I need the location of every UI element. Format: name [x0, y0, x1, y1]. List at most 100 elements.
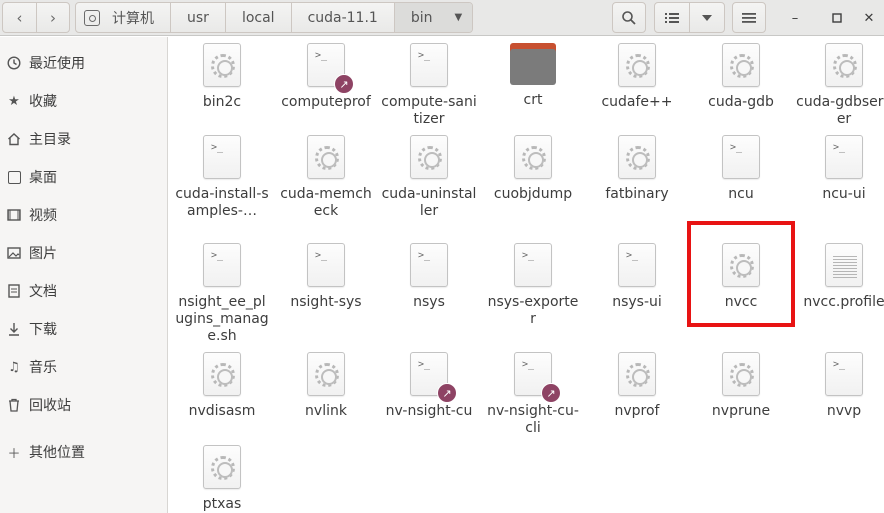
file-item[interactable]: cuda-gdbserver — [792, 43, 884, 128]
file-item[interactable]: >_ nsight_ee_plugins_manage.sh — [170, 243, 274, 345]
file-grid: bin2c >_ ↗ computeprof >_ compute-sanitiz… — [169, 37, 884, 513]
sidebar-item-downloads[interactable]: 下载 — [0, 314, 167, 344]
file-item[interactable]: >_ compute-sanitizer — [377, 43, 481, 128]
music-icon: ♫ — [8, 359, 20, 375]
file-item[interactable]: >_ nsight-sys — [274, 243, 378, 311]
download-icon — [6, 321, 22, 337]
file-item[interactable]: >_ nsys-exporter — [481, 243, 585, 328]
breadcrumb-bin[interactable]: bin ▼ — [394, 3, 473, 32]
file-item[interactable]: cuda-memcheck — [274, 135, 378, 220]
list-view-button[interactable] — [655, 3, 689, 32]
sidebar-item-videos[interactable]: 视频 — [0, 200, 167, 230]
sidebar-item-trash[interactable]: 回收站 — [0, 390, 167, 420]
file-item[interactable]: nvcc.profile — [792, 243, 884, 311]
forward-button[interactable]: › — [36, 3, 69, 32]
executable-icon — [618, 352, 656, 396]
breadcrumb-local[interactable]: local — [226, 3, 292, 32]
file-item[interactable]: cuda-uninstaller — [377, 135, 481, 220]
view-toggle — [654, 2, 725, 33]
breadcrumb-computer[interactable]: 计算机 — [76, 3, 171, 32]
hamburger-menu-icon — [742, 12, 756, 23]
drive-icon — [84, 9, 100, 26]
sidebar-item-starred[interactable]: ★ 收藏 — [0, 86, 167, 116]
file-name: nvprof — [614, 403, 660, 419]
script-icon: >_ — [410, 43, 448, 87]
breadcrumb-cuda[interactable]: cuda-11.1 — [292, 3, 395, 32]
executable-icon — [410, 135, 448, 179]
executable-icon — [307, 135, 345, 179]
sidebar-item-desktop[interactable]: 桌面 — [0, 162, 167, 192]
close-button[interactable]: ✕ — [859, 8, 879, 28]
menu-button[interactable] — [732, 2, 766, 33]
video-icon — [6, 207, 22, 223]
sidebar-item-documents[interactable]: 文档 — [0, 276, 167, 306]
file-item[interactable]: >_ ↗ nv-nsight-cu-cli — [481, 352, 585, 437]
folder-icon — [510, 43, 556, 85]
file-name: compute-sanitizer — [381, 94, 477, 127]
home-icon — [6, 131, 22, 147]
file-name: cuda-uninstaller — [381, 186, 477, 219]
file-item[interactable]: >_ nsys-ui — [585, 243, 689, 311]
close-icon: ✕ — [863, 10, 875, 26]
file-item[interactable]: nvprune — [689, 352, 793, 420]
file-name: fatbinary — [605, 186, 669, 202]
file-item[interactable]: cudafe++ — [585, 43, 689, 111]
sidebar-item-pictures[interactable]: 图片 — [0, 238, 167, 268]
folder-item[interactable]: crt — [481, 43, 585, 109]
file-item[interactable]: >_ ncu-ui — [792, 135, 884, 203]
executable-icon — [722, 352, 760, 396]
file-item[interactable]: nvdisasm — [170, 352, 274, 420]
view-options-button[interactable] — [689, 3, 724, 32]
back-button[interactable]: ‹ — [3, 3, 36, 32]
sidebar-item-home[interactable]: 主目录 — [0, 124, 167, 154]
file-item[interactable]: >_ ncu — [689, 135, 793, 203]
sidebar: 最近使用 ★ 收藏 主目录 桌面 视频 图片 文档 下载 ♫ 音乐 回收站 ＋ … — [0, 37, 168, 513]
file-item[interactable]: ptxas — [170, 445, 274, 513]
sidebar-item-label: 音乐 — [29, 360, 57, 376]
search-button[interactable] — [612, 2, 646, 33]
file-name: nv-nsight-cu — [385, 403, 473, 419]
sidebar-item-label: 最近使用 — [29, 56, 85, 72]
file-name: cudafe++ — [601, 94, 673, 110]
trash-icon — [6, 397, 22, 413]
file-item[interactable]: >_ nvvp — [792, 352, 884, 420]
file-item[interactable]: >_ nsys — [377, 243, 481, 311]
file-item[interactable]: nvlink — [274, 352, 378, 420]
sidebar-item-music[interactable]: ♫ 音乐 — [0, 352, 167, 382]
sidebar-item-label: 文档 — [29, 284, 57, 300]
sidebar-item-label: 视频 — [29, 208, 57, 224]
executable-icon — [307, 352, 345, 396]
file-name: nvvp — [826, 403, 862, 419]
sidebar-item-recent[interactable]: 最近使用 — [0, 48, 167, 78]
executable-icon — [514, 135, 552, 179]
minimize-icon: – — [791, 10, 799, 26]
breadcrumb-label: 计算机 — [112, 10, 154, 27]
script-icon: >_ — [307, 243, 345, 287]
file-item[interactable]: cuobjdump — [481, 135, 585, 203]
file-item[interactable]: cuda-gdb — [689, 43, 793, 111]
script-icon: >_ — [410, 243, 448, 287]
file-item[interactable]: nvprof — [585, 352, 689, 420]
file-item[interactable]: bin2c — [170, 43, 274, 111]
image-icon — [6, 245, 22, 261]
file-item[interactable]: >_ ↗ computeprof — [274, 43, 378, 111]
maximize-button[interactable] — [827, 8, 847, 28]
file-name: nsight-sys — [290, 294, 362, 310]
script-icon: >_ ↗ — [514, 352, 561, 403]
minimize-button[interactable]: – — [785, 8, 805, 28]
file-name: cuda-install-samples-… — [175, 186, 269, 219]
sidebar-item-label: 下载 — [29, 322, 57, 338]
sidebar-item-other-locations[interactable]: ＋ 其他位置 — [0, 437, 167, 467]
script-icon: >_ — [722, 135, 760, 179]
sidebar-item-label: 主目录 — [29, 132, 71, 148]
file-name: nsys — [413, 294, 445, 310]
file-item[interactable]: >_ cuda-install-samples-… — [170, 135, 274, 220]
file-name: computeprof — [281, 94, 371, 110]
maximize-icon — [832, 13, 842, 23]
file-item[interactable]: fatbinary — [585, 135, 689, 203]
chevron-down-icon — [702, 14, 712, 21]
breadcrumb-usr[interactable]: usr — [171, 3, 226, 32]
sidebar-item-label: 其他位置 — [29, 445, 85, 461]
script-icon: >_ ↗ — [307, 43, 354, 94]
file-item[interactable]: >_ ↗ nv-nsight-cu — [377, 352, 481, 420]
